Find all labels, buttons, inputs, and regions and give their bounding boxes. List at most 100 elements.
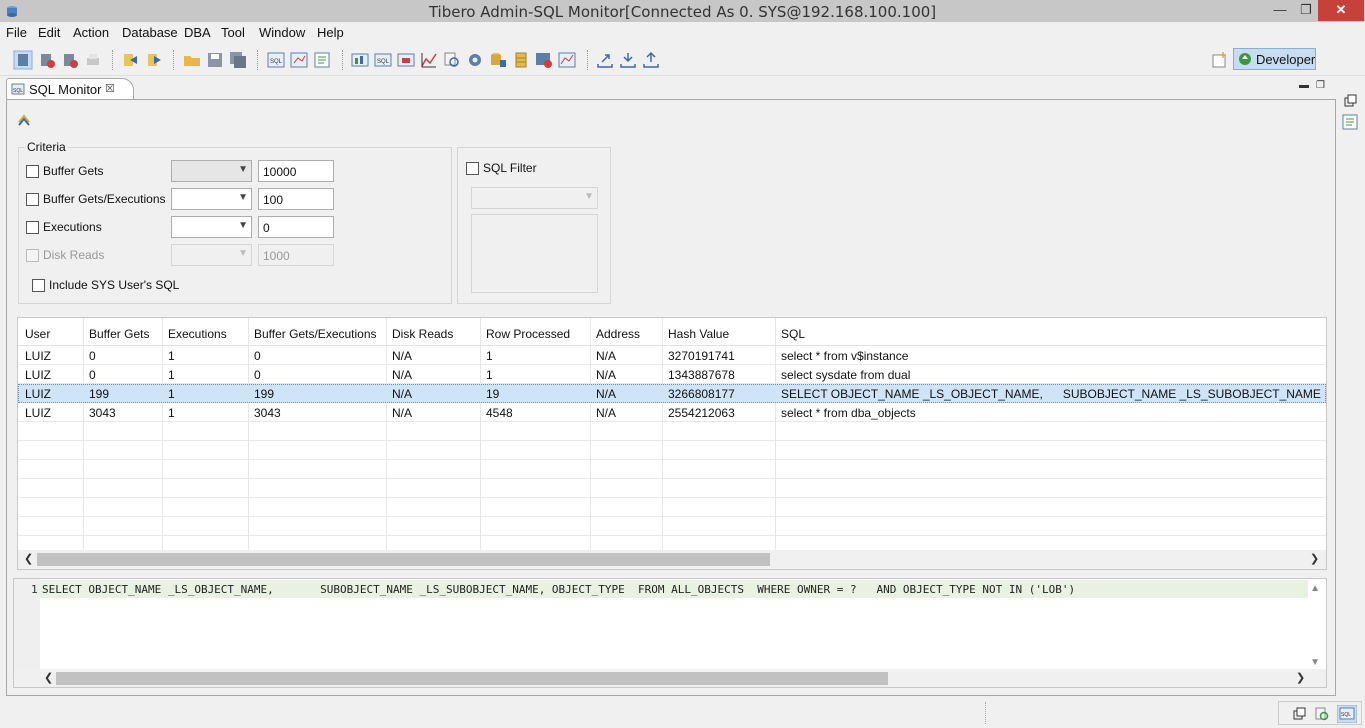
developer-perspective-button[interactable]: Developer [1233, 48, 1316, 70]
refresh-icon[interactable] [16, 112, 32, 128]
table-row-selected[interactable]: LUIZ 199 1 199 N/A 19 N/A 3266808177 SEL… [18, 384, 1326, 403]
include-sys-checkbox[interactable] [32, 279, 45, 292]
table-row[interactable]: LUIZ 0 1 0 N/A 1 N/A 3270191741 select *… [18, 346, 1326, 365]
buffer-gets-exec-input[interactable]: 100 [258, 188, 334, 210]
minimize-button[interactable]: — [1266, 0, 1294, 21]
menu-action[interactable]: Action [73, 25, 109, 40]
minimize-view-icon[interactable]: ▬ [1299, 80, 1309, 91]
search-objects-icon[interactable] [1314, 706, 1330, 722]
cell-buffer-gets: 0 [89, 349, 96, 363]
sql-results-table: User Buffer Gets Executions Buffer Gets/… [17, 317, 1327, 570]
lock-monitor-icon[interactable] [396, 50, 416, 70]
buffer-gets-exec-operator-select[interactable]: ▼ [171, 188, 252, 210]
scroll-down-icon[interactable]: ▼ [1310, 657, 1320, 668]
upload-icon[interactable] [641, 50, 661, 70]
close-tab-icon[interactable]: ☒ [105, 82, 115, 95]
buffer-gets-checkbox[interactable] [26, 165, 39, 178]
back-icon[interactable] [120, 50, 140, 70]
cell-buffer-gets-executions: 199 [254, 387, 275, 401]
tab-sql-monitor[interactable]: SQL SQL Monitor ☒ [6, 78, 134, 100]
forward-icon[interactable] [144, 50, 164, 70]
maximize-view-icon[interactable]: ❐ [1316, 80, 1325, 91]
table-row[interactable]: LUIZ 3043 1 3043 N/A 4548 N/A 2554212063… [18, 403, 1326, 422]
export-icon[interactable] [595, 50, 615, 70]
menu-help[interactable]: Help [317, 25, 344, 40]
column-header-disk-reads[interactable]: Disk Reads [392, 327, 453, 341]
sql-editor-icon[interactable]: SQL [266, 50, 286, 70]
column-header-buffer-gets[interactable]: Buffer Gets [89, 327, 149, 341]
column-header-row-processed[interactable]: Row Processed [486, 327, 570, 341]
toolbar-separator [173, 50, 174, 70]
column-header-buffer-gets-executions[interactable]: Buffer Gets/Executions [254, 327, 377, 341]
executions-input[interactable]: 0 [258, 216, 334, 238]
scroll-left-icon[interactable]: ❮ [24, 552, 33, 565]
column-header-sql[interactable]: SQL [781, 327, 805, 341]
editor-horizontal-scrollbar[interactable]: ❮ ❯ [14, 669, 1326, 687]
restore-view-icon[interactable] [1343, 94, 1357, 108]
window-title: Tibero Admin-SQL Monitor[Connected As 0.… [428, 3, 937, 21]
schema-browser-icon[interactable] [312, 50, 332, 70]
scroll-right-icon[interactable]: ❯ [1310, 552, 1319, 565]
tablespace-icon[interactable] [511, 50, 531, 70]
save-icon[interactable] [205, 50, 225, 70]
sql-filter-checkbox[interactable] [466, 162, 479, 175]
table-row-empty [18, 498, 1326, 517]
close-button[interactable]: ✕ [1318, 0, 1364, 21]
connect-icon[interactable] [13, 50, 33, 70]
restore-view-icon[interactable] [1292, 707, 1306, 721]
current-line-highlight: SELECT OBJECT_NAME _LS_OBJECT_NAME, SUBO… [40, 580, 1308, 598]
table-horizontal-scrollbar[interactable]: ❮ ❯ [18, 550, 1326, 569]
sql-filter-label: SQL Filter [483, 161, 537, 175]
import-icon[interactable] [618, 50, 638, 70]
storage-icon[interactable] [488, 50, 508, 70]
menu-edit[interactable]: Edit [38, 25, 60, 40]
menu-window[interactable]: Window [259, 25, 305, 40]
cell-address: N/A [596, 368, 617, 382]
restore-button[interactable]: ❐ [1292, 0, 1320, 21]
buffer-gets-input[interactable]: 10000 [258, 160, 334, 182]
table-row[interactable]: LUIZ 0 1 0 N/A 1 N/A 1343887678 select s… [18, 365, 1326, 384]
buffer-gets-operator-select[interactable]: ▼ [171, 160, 252, 182]
line-number-gutter: 1 [14, 579, 40, 669]
column-header-user[interactable]: User [25, 327, 50, 341]
sql-plan-icon[interactable] [289, 50, 309, 70]
cell-buffer-gets-executions: 3043 [254, 406, 281, 420]
sql-text-editor[interactable]: 1 SELECT OBJECT_NAME _LS_OBJECT_NAME, SU… [13, 578, 1327, 688]
open-folder-icon[interactable] [182, 50, 202, 70]
chevron-down-icon: ▼ [238, 220, 248, 231]
session-monitor-icon[interactable] [350, 50, 370, 70]
toolbar-separator [342, 50, 343, 70]
menu-dba[interactable]: DBA [184, 25, 211, 40]
scroll-right-icon[interactable]: ❯ [1296, 671, 1305, 684]
menu-tool[interactable]: Tool [221, 25, 245, 40]
column-header-hash-value[interactable]: Hash Value [668, 327, 729, 341]
sql-filter-textarea [471, 214, 598, 293]
table-row-empty [18, 422, 1326, 441]
statistics-icon[interactable] [557, 50, 577, 70]
executions-checkbox[interactable] [26, 221, 39, 234]
column-header-executions[interactable]: Executions [168, 327, 227, 341]
buffer-gets-exec-checkbox[interactable] [26, 193, 39, 206]
sql-monitor-icon[interactable]: SQL [1337, 705, 1357, 723]
performance-chart-icon[interactable] [419, 50, 439, 70]
open-perspective-icon[interactable] [1210, 50, 1230, 70]
executions-operator-select[interactable]: ▼ [171, 216, 252, 238]
sql-monitor-icon[interactable]: SQL [373, 50, 393, 70]
print-icon[interactable] [83, 50, 103, 70]
settings-icon[interactable] [465, 50, 485, 70]
menu-database[interactable]: Database [122, 25, 178, 40]
reconnect-icon[interactable] [60, 50, 80, 70]
scrollbar-thumb[interactable] [37, 553, 770, 566]
scroll-up-icon[interactable]: ▲ [1310, 583, 1320, 594]
scroll-left-icon[interactable]: ❮ [44, 671, 53, 684]
column-header-address[interactable]: Address [596, 327, 640, 341]
disconnect-icon[interactable] [37, 50, 57, 70]
search-objects-icon[interactable] [442, 50, 462, 70]
user-manager-icon[interactable] [534, 50, 554, 70]
scrollbar-thumb[interactable] [56, 672, 888, 685]
cell-buffer-gets: 3043 [89, 406, 116, 420]
menu-file[interactable]: File [6, 25, 27, 40]
table-row-empty [18, 441, 1326, 460]
outline-view-icon[interactable] [1342, 114, 1358, 130]
save-all-icon[interactable] [228, 50, 248, 70]
